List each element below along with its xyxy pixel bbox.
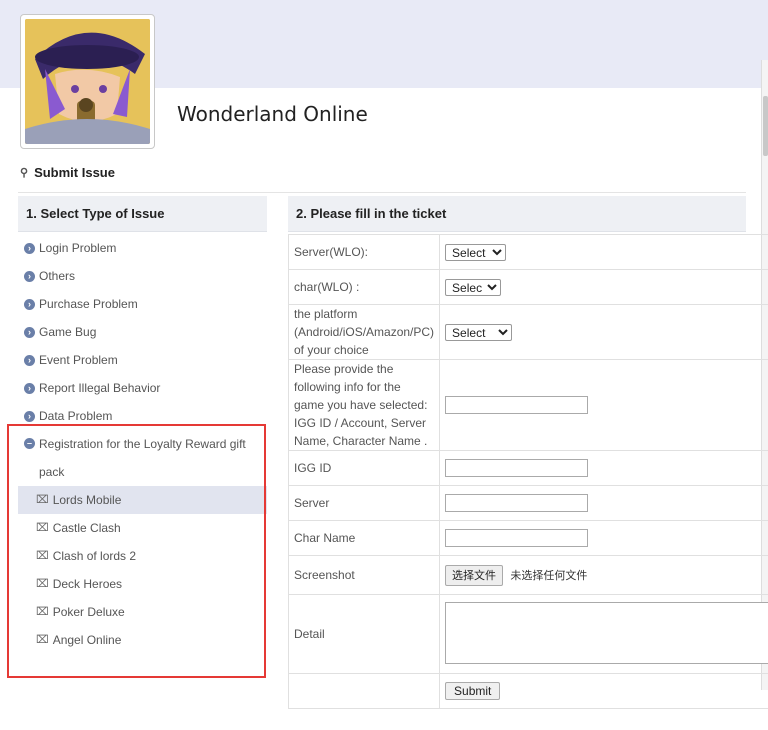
choose-file-button[interactable]: 选择文件	[445, 564, 504, 586]
circle-arrow-icon: ›	[24, 326, 35, 338]
char-name-label: Char Name	[287, 520, 441, 556]
file-status-text: 未选择任何文件	[510, 569, 588, 582]
platform-label: the platform (Android/iOS/Amazon/PC) of …	[287, 304, 441, 360]
form-row-char-name: Char Name	[287, 520, 768, 556]
platform-select[interactable]: Select	[445, 323, 513, 341]
circle-arrow-icon: ›	[24, 410, 35, 422]
form-row-platform: the platform (Android/iOS/Amazon/PC) of …	[287, 304, 768, 360]
circle-arrow-icon: ›	[24, 354, 35, 366]
form-row-submit: Submit	[287, 673, 768, 709]
info-label: Please provide the following info for th…	[287, 359, 441, 451]
selection-highlight-box	[7, 424, 266, 678]
app-title: Wonderland Online	[177, 102, 368, 126]
server-name-label: Server	[287, 485, 441, 521]
char-label: char(WLO) :	[287, 269, 441, 305]
game-avatar	[20, 14, 155, 149]
issue-item-login-problem[interactable]: › Login Problem	[18, 234, 267, 262]
divider	[18, 192, 746, 193]
issue-item-report-illegal-behavior[interactable]: › Report Illegal Behavior	[18, 374, 267, 402]
form-row-info: Please provide the following info for th…	[287, 359, 768, 451]
issue-item-label: Login Problem	[39, 241, 117, 255]
issue-type-header: 1. Select Type of Issue	[18, 196, 267, 232]
server-label: Server(WLO):	[287, 234, 441, 270]
server-select[interactable]: Select	[445, 243, 507, 261]
submit-issue-heading: ⚲ Submit Issue	[20, 165, 115, 180]
ticket-form: Server(WLO): Select char(WLO) : Select t…	[287, 234, 768, 709]
issue-item-label: Others	[39, 269, 76, 283]
detail-label: Detail	[287, 594, 441, 674]
circle-arrow-icon: ›	[24, 382, 35, 394]
pin-icon: ⚲	[20, 167, 29, 179]
form-row-igg-id: IGG ID	[287, 450, 768, 486]
issue-item-label: Game Bug	[39, 325, 97, 339]
form-row-char: char(WLO) : Select	[287, 269, 768, 305]
issue-item-label: Purchase Problem	[39, 297, 138, 311]
form-row-detail: Detail	[287, 594, 768, 674]
issue-item-game-bug[interactable]: › Game Bug	[18, 318, 267, 346]
circle-arrow-icon: ›	[24, 242, 35, 254]
form-row-server: Server(WLO): Select	[287, 234, 768, 270]
form-row-screenshot: Screenshot 选择文件 未选择任何文件	[287, 555, 768, 595]
screenshot-label: Screenshot	[287, 555, 441, 595]
igg-id-input[interactable]	[445, 459, 589, 477]
server-name-input[interactable]	[445, 494, 589, 512]
circle-arrow-icon: ›	[24, 298, 35, 310]
character-portrait-image	[25, 19, 150, 144]
form-row-server-name: Server	[287, 485, 768, 521]
info-input[interactable]	[445, 396, 589, 414]
issue-item-others[interactable]: › Others	[18, 262, 267, 290]
issue-item-purchase-problem[interactable]: › Purchase Problem	[18, 290, 267, 318]
char-name-input[interactable]	[445, 529, 589, 547]
issue-item-label: Report Illegal Behavior	[39, 381, 161, 395]
issue-item-event-problem[interactable]: › Event Problem	[18, 346, 267, 374]
circle-arrow-icon: ›	[24, 270, 35, 282]
scrollbar-thumb[interactable]	[763, 96, 768, 156]
submit-button[interactable]: Submit	[445, 682, 501, 700]
ticket-form-header: 2. Please fill in the ticket	[288, 196, 746, 232]
char-select[interactable]: Select	[445, 278, 502, 296]
issue-item-label: Event Problem	[39, 353, 118, 367]
detail-textarea[interactable]	[445, 601, 768, 664]
submit-issue-title: Submit Issue	[34, 165, 115, 180]
igg-id-label: IGG ID	[287, 450, 441, 486]
